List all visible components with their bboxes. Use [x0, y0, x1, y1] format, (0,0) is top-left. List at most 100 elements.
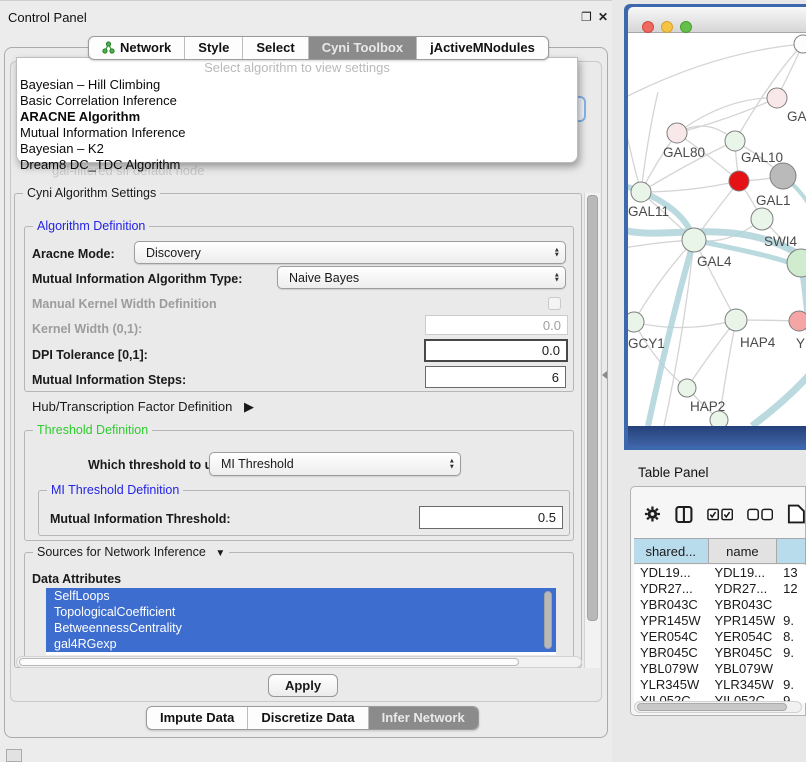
settings-scrollbar-thumb[interactable]	[587, 195, 598, 621]
control-panel: Control Panel ❐ ✕ Network Style Select C…	[0, 0, 612, 762]
settings-scrollbar-track	[584, 193, 600, 668]
which-threshold-select[interactable]: MI Threshold ▲▼	[209, 452, 461, 476]
table-column-header[interactable]: shared...	[634, 539, 709, 563]
algorithm-option[interactable]: Dream8 DC_TDC Algorithm	[17, 157, 577, 173]
table-header-row: shared...name	[634, 538, 806, 564]
tab-select[interactable]: Select	[242, 37, 307, 59]
apply-button[interactable]: Apply	[268, 674, 338, 697]
network-node-gal1[interactable]	[729, 171, 749, 191]
table-column-header[interactable]: name	[709, 539, 778, 563]
algorithm-option[interactable]: Basic Correlation Inference	[17, 93, 577, 109]
table-cell: YLR345W	[708, 677, 777, 693]
table-cell: YPR145W	[634, 613, 708, 629]
attributes-list-scrollbar[interactable]	[544, 591, 552, 649]
tab-jactivemnodules[interactable]: jActiveMNodules	[416, 37, 548, 59]
network-edge[interactable]	[634, 320, 736, 328]
table-row[interactable]: YBR045CYBR045C9.	[634, 645, 806, 661]
network-node-gal10[interactable]	[725, 131, 745, 151]
select-all-checkboxes-icon[interactable]	[707, 508, 733, 521]
splitter-collapse-arrow-icon[interactable]	[602, 371, 607, 379]
table-cell: YBR043C	[708, 597, 777, 613]
tab-discretize-data[interactable]: Discretize Data	[247, 707, 367, 729]
algorithm-option[interactable]: Mutual Information Inference	[17, 125, 577, 141]
mi-threshold-label: Mutual Information Threshold:	[50, 512, 231, 526]
network-edge[interactable]	[694, 240, 736, 320]
mi-algorithm-type-label: Mutual Information Algorithm Type:	[32, 272, 242, 286]
table-cell: YBL079W	[634, 661, 708, 677]
close-traffic-light-icon[interactable]	[642, 21, 654, 33]
tab-cyni-toolbox[interactable]: Cyni Toolbox	[308, 37, 416, 59]
table-cell	[777, 661, 806, 677]
function-builder-icon[interactable]	[787, 503, 806, 525]
data-attribute-item[interactable]: SelfLoops	[46, 588, 556, 604]
table-row[interactable]: YBR043CYBR043C	[634, 597, 806, 613]
algorithm-option[interactable]: Bayesian – Hill Climbing	[17, 77, 577, 93]
columns-icon[interactable]	[675, 505, 693, 524]
gear-icon[interactable]	[644, 505, 661, 523]
network-node-gal4[interactable]	[682, 228, 706, 252]
network-node[interactable]	[770, 163, 796, 189]
network-node[interactable]	[710, 411, 728, 426]
network-edge[interactable]	[628, 120, 641, 192]
data-attribute-item[interactable]: gal4RGexp	[46, 636, 556, 652]
kernel-width-field[interactable]: 0.0	[425, 315, 568, 335]
network-node-gal11[interactable]	[631, 182, 651, 202]
network-node-gal80[interactable]	[667, 123, 687, 143]
close-window-icon[interactable]: ✕	[598, 10, 608, 24]
table-hscrollbar-thumb[interactable]	[637, 703, 787, 711]
network-window-titlebar[interactable]	[628, 7, 806, 33]
network-edge[interactable]	[687, 320, 736, 388]
dpi-tolerance-field[interactable]: 0.0	[424, 339, 568, 362]
table-cell: 9.	[777, 677, 806, 693]
float-window-icon[interactable]: ❐	[581, 10, 592, 24]
network-node-gal[interactable]	[767, 88, 787, 108]
table-row[interactable]: YDL19...YDL19...13	[634, 565, 806, 581]
settings-hscrollbar-thumb[interactable]	[19, 658, 519, 666]
table-row[interactable]: YDR27...YDR27...12	[634, 581, 806, 597]
network-node-gcy1[interactable]	[628, 312, 644, 332]
tab-infer-network[interactable]: Infer Network	[368, 707, 478, 729]
table-cell: 8.	[777, 629, 806, 645]
table-column-header[interactable]	[777, 539, 806, 563]
tab-impute-data[interactable]: Impute Data	[147, 707, 247, 729]
tab-network[interactable]: Network	[89, 37, 184, 59]
table-row[interactable]: YER054CYER054C8.	[634, 629, 806, 645]
tab-network-label: Network	[120, 40, 171, 55]
deselect-all-checkboxes-icon[interactable]	[747, 508, 773, 521]
zoom-traffic-light-icon[interactable]	[680, 21, 692, 33]
network-node-y[interactable]	[789, 311, 806, 331]
mi-algorithm-type-select[interactable]: Naive Bayes ▲▼	[277, 266, 566, 289]
aracne-mode-select[interactable]: Discovery ▲▼	[134, 241, 566, 264]
network-node-hap2[interactable]	[678, 379, 696, 397]
manual-kernel-width-checkbox[interactable]	[548, 297, 561, 310]
network-node-label: Y	[796, 336, 805, 351]
minimize-traffic-light-icon[interactable]	[661, 21, 673, 33]
table-row[interactable]: YLR345WYLR345W9.	[634, 677, 806, 693]
algorithm-popup-placeholder: Select algorithm to view settings	[17, 60, 577, 77]
control-panel-title: Control Panel	[8, 10, 87, 25]
network-node[interactable]	[751, 208, 773, 230]
table-row[interactable]: YPR145WYPR145W9.	[634, 613, 806, 629]
dpi-tolerance-label: DPI Tolerance [0,1]:	[32, 348, 148, 362]
data-attribute-item[interactable]: BetweennessCentrality	[46, 620, 556, 636]
table-cell: YDR27...	[708, 581, 777, 597]
table-row[interactable]: YBL079WYBL079W	[634, 661, 806, 677]
kernel-width-label: Kernel Width (0,1):	[32, 322, 142, 336]
network-node-hap4[interactable]	[725, 309, 747, 331]
table-hscrollbar-track	[634, 701, 802, 713]
mi-threshold-field[interactable]: 0.5	[419, 506, 563, 529]
hub-definition-expander[interactable]: Hub/Transcription Factor Definition ▶	[32, 399, 254, 415]
sources-group-title[interactable]: Sources for Network Inference ▼	[33, 545, 229, 559]
network-edge-highlighted[interactable]	[752, 374, 806, 426]
network-node[interactable]	[794, 35, 806, 53]
network-canvas[interactable]: GALGAL80GAL10GAL1GAL11GAL4SWI4GCY1HAP4YH…	[628, 33, 806, 426]
mi-steps-field[interactable]: 6	[425, 366, 566, 388]
control-panel-tabs: Network Style Select Cyni Toolbox jActiv…	[88, 36, 549, 60]
algorithm-option[interactable]: ARACNE Algorithm	[17, 109, 577, 125]
tab-style[interactable]: Style	[184, 37, 242, 59]
stepper-arrows-icon: ▲▼	[554, 272, 560, 283]
data-attribute-item[interactable]: TopologicalCoefficient	[46, 604, 556, 620]
table-body: YDL19...YDL19...13YDR27...YDR27...12YBR0…	[634, 565, 806, 703]
table-cell: YBR045C	[708, 645, 777, 661]
algorithm-option[interactable]: Bayesian – K2	[17, 141, 577, 157]
